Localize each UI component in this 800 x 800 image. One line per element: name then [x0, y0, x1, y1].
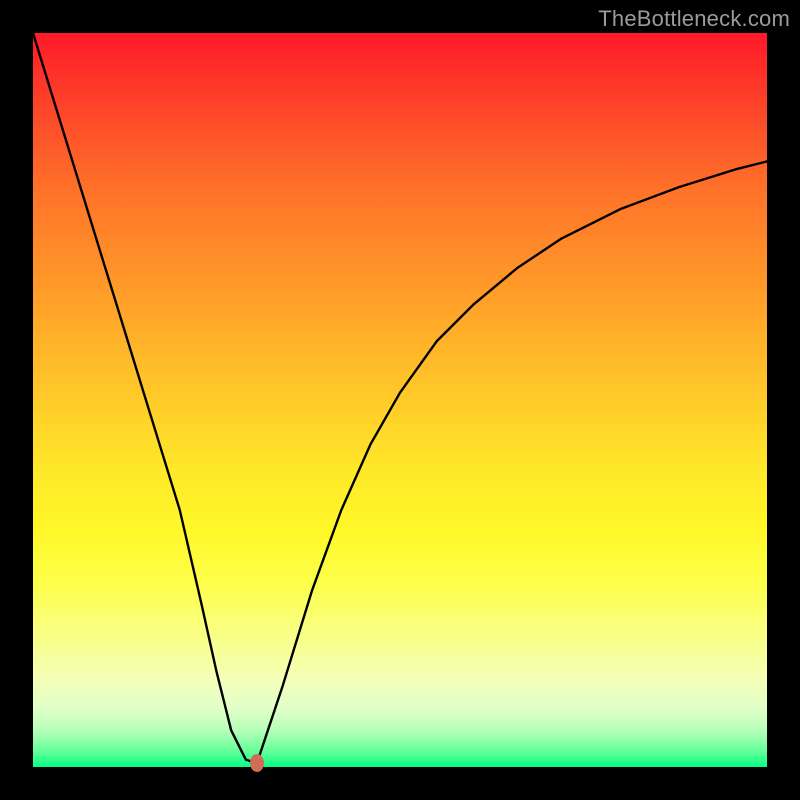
chart-frame: TheBottleneck.com — [0, 0, 800, 800]
plot-area — [33, 33, 767, 767]
optimal-point-marker — [250, 754, 264, 772]
bottleneck-curve — [33, 33, 767, 767]
watermark-text: TheBottleneck.com — [598, 6, 790, 32]
